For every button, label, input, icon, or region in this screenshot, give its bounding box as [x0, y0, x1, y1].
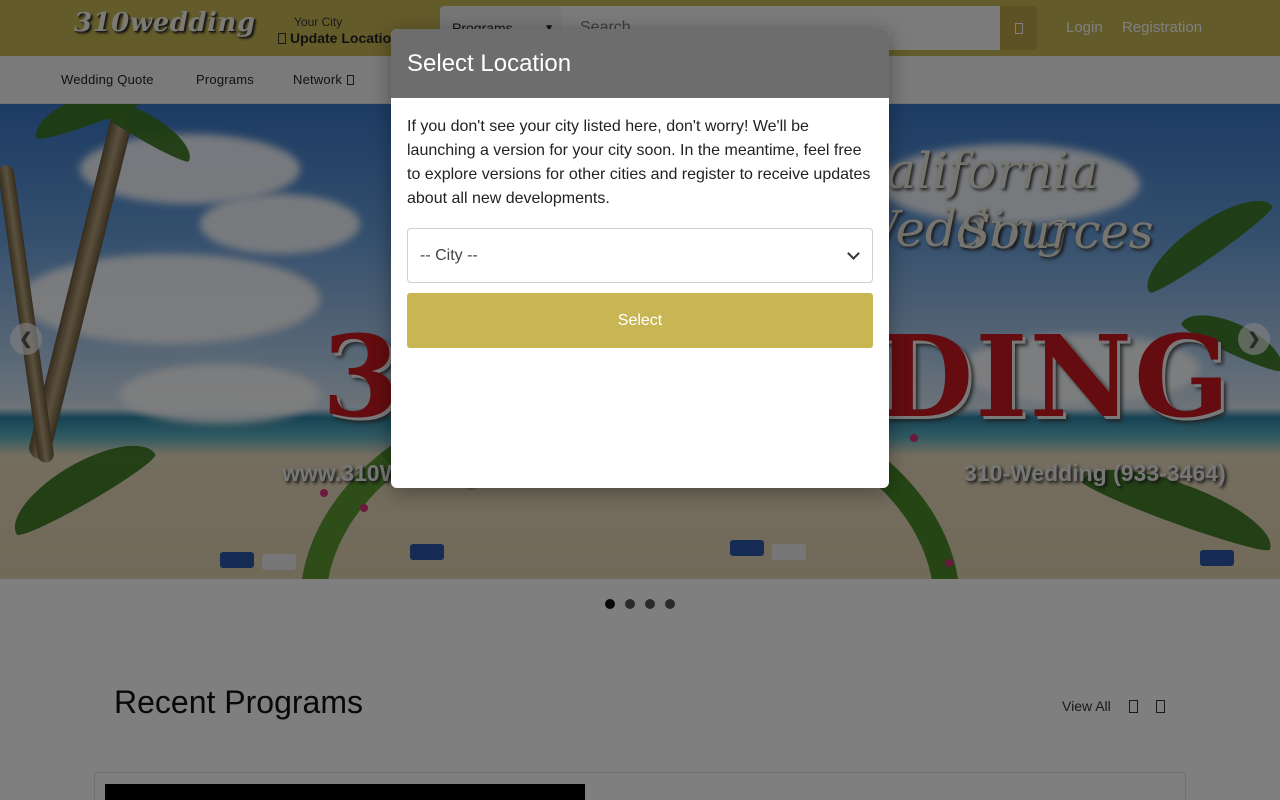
select-location-modal: Select Location If you don't see your ci… [391, 29, 889, 488]
select-button[interactable]: Select [407, 293, 873, 348]
modal-body: If you don't see your city listed here, … [391, 98, 889, 365]
modal-title: Select Location [407, 49, 572, 77]
modal-message: If you don't see your city listed here, … [407, 118, 871, 207]
modal-header: Select Location [391, 29, 889, 98]
chevron-down-icon [847, 246, 860, 260]
city-select[interactable]: -- City -- [407, 228, 873, 283]
city-select-value: -- City -- [420, 246, 478, 264]
